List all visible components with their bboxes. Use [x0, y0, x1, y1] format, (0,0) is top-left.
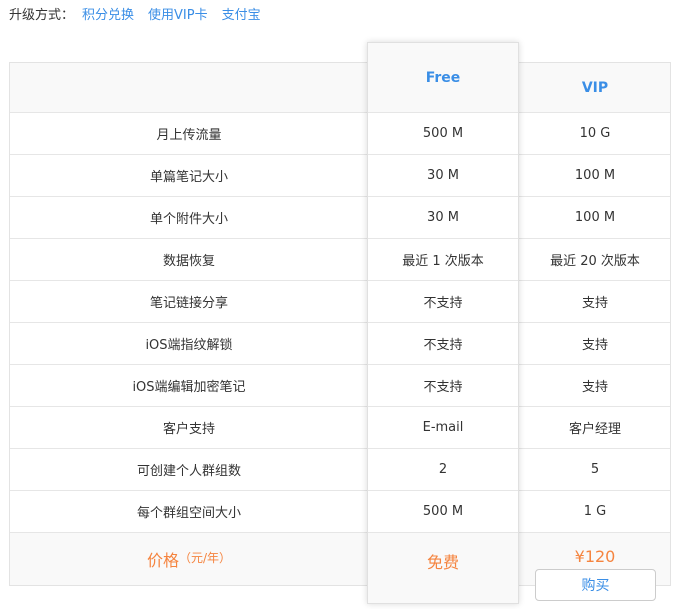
vip-value: 支持	[581, 296, 608, 311]
free-value: 30 M	[368, 197, 518, 239]
free-value: 500 M	[368, 491, 518, 533]
free-value: E-mail	[368, 407, 518, 449]
feature-name: 可创建个人群组数	[136, 464, 241, 479]
feature-name: 数据恢复	[162, 254, 215, 269]
buy-button[interactable]: 购买	[535, 569, 656, 601]
vip-value: 1 G	[583, 504, 607, 519]
feature-name: 单篇笔记大小	[149, 170, 228, 185]
link-vip-card[interactable]: 使用VIP卡	[148, 4, 208, 23]
free-value: 不支持	[368, 281, 518, 323]
upgrade-label: 升级方式：	[9, 8, 75, 23]
upgrade-methods: 升级方式： 积分兑换 使用VIP卡 支付宝	[9, 4, 261, 23]
feature-name: 笔记链接分享	[149, 296, 228, 311]
free-value: 最近 1 次版本	[368, 239, 518, 281]
table-row: 可创建个人群组数 5	[10, 449, 670, 491]
table-header: VIP	[10, 63, 670, 113]
vip-price: ¥120	[574, 547, 616, 566]
free-value: 不支持	[368, 323, 518, 365]
table-row: iOS端指纹解锁 支持	[10, 323, 670, 365]
price-unit: （元/年）	[178, 551, 232, 565]
vip-value: 5	[590, 462, 600, 477]
free-price: 免费	[368, 533, 518, 603]
table-row: iOS端编辑加密笔记 支持	[10, 365, 670, 407]
free-value: 不支持	[368, 365, 518, 407]
table-row: 数据恢复 最近 20 次版本	[10, 239, 670, 281]
feature-name: 月上传流量	[156, 128, 222, 143]
vip-value: 100 M	[574, 168, 616, 183]
price-label-text: 价格	[146, 551, 179, 570]
feature-name: 客户支持	[162, 422, 215, 437]
feature-name: iOS端指纹解锁	[145, 338, 233, 353]
table-row: 月上传流量 10 G	[10, 113, 670, 155]
table-row: 每个群组空间大小 1 G	[10, 491, 670, 533]
free-value: 30 M	[368, 155, 518, 197]
price-label: 价格（元/年）	[10, 547, 368, 571]
free-column: Free 500 M 30 M 30 M 最近 1 次版本 不支持 不支持 不支持 E-mai…	[367, 42, 519, 604]
vip-value: 客户经理	[568, 422, 621, 437]
free-value: 500 M	[368, 113, 518, 155]
vip-column-header: VIP	[581, 79, 609, 96]
free-column-header: Free	[368, 43, 518, 113]
vip-value: 100 M	[574, 210, 616, 225]
comparison-table: VIP 月上传流量 10 G 单篇笔记大小 100 M 单个附件大小 100 M 数据恢复 最…	[9, 62, 671, 586]
table-row: 客户支持 客户经理	[10, 407, 670, 449]
feature-name: 单个附件大小	[149, 212, 228, 227]
feature-name: 每个群组空间大小	[136, 506, 241, 521]
table-row: 单篇笔记大小 100 M	[10, 155, 670, 197]
vip-value: 最近 20 次版本	[550, 254, 640, 269]
vip-value: 支持	[581, 338, 608, 353]
feature-name: iOS端编辑加密笔记	[132, 380, 246, 395]
vip-value: 10 G	[579, 126, 611, 141]
table-row: 笔记链接分享 支持	[10, 281, 670, 323]
vip-value: 支持	[581, 380, 608, 395]
free-value: 2	[368, 449, 518, 491]
link-points-exchange[interactable]: 积分兑换	[82, 4, 134, 23]
table-row: 单个附件大小 100 M	[10, 197, 670, 239]
link-alipay[interactable]: 支付宝	[222, 4, 261, 23]
